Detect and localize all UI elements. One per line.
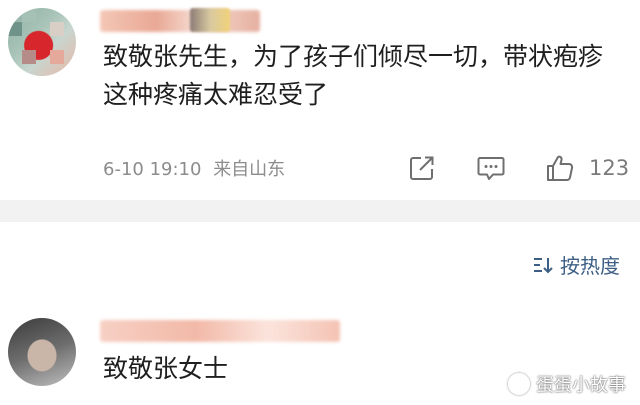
comment-icon — [477, 157, 505, 180]
like-count: 123 — [589, 156, 630, 180]
sort-by-hot-button[interactable]: 按热度 — [532, 250, 620, 279]
username-blurred[interactable] — [100, 10, 260, 32]
comment-date: 6-10 19:10 — [103, 159, 202, 180]
user-badge-blurred — [190, 8, 230, 32]
thumbs-up-icon — [547, 155, 574, 181]
like-button[interactable]: 123 — [545, 150, 629, 186]
section-divider — [0, 200, 640, 222]
avatar[interactable] — [8, 8, 76, 76]
comment-meta: 6-10 19:10 来自山东 — [103, 155, 285, 181]
sort-icon — [534, 257, 553, 273]
sort-label: 按热度 — [560, 254, 620, 278]
comment-item: 致敬张先生，为了孩子们倾尽一切，带状疱疹这种疼痛太难忍受了 6-10 19:10… — [0, 0, 640, 200]
avatar[interactable] — [8, 318, 76, 386]
reply-button[interactable] — [476, 150, 506, 186]
share-button[interactable] — [408, 150, 436, 186]
watermark-text: 蛋蛋小故事 — [536, 375, 626, 396]
watermark-logo-icon — [508, 373, 530, 395]
comment-text: 致敬张先生，为了孩子们倾尽一切，带状疱疹这种疼痛太难忍受了 — [103, 42, 604, 109]
username-blurred[interactable] — [100, 320, 340, 342]
share-edit-icon — [410, 156, 434, 180]
comment-location: 来自山东 — [213, 159, 286, 180]
watermark: 蛋蛋小故事 — [508, 371, 626, 397]
